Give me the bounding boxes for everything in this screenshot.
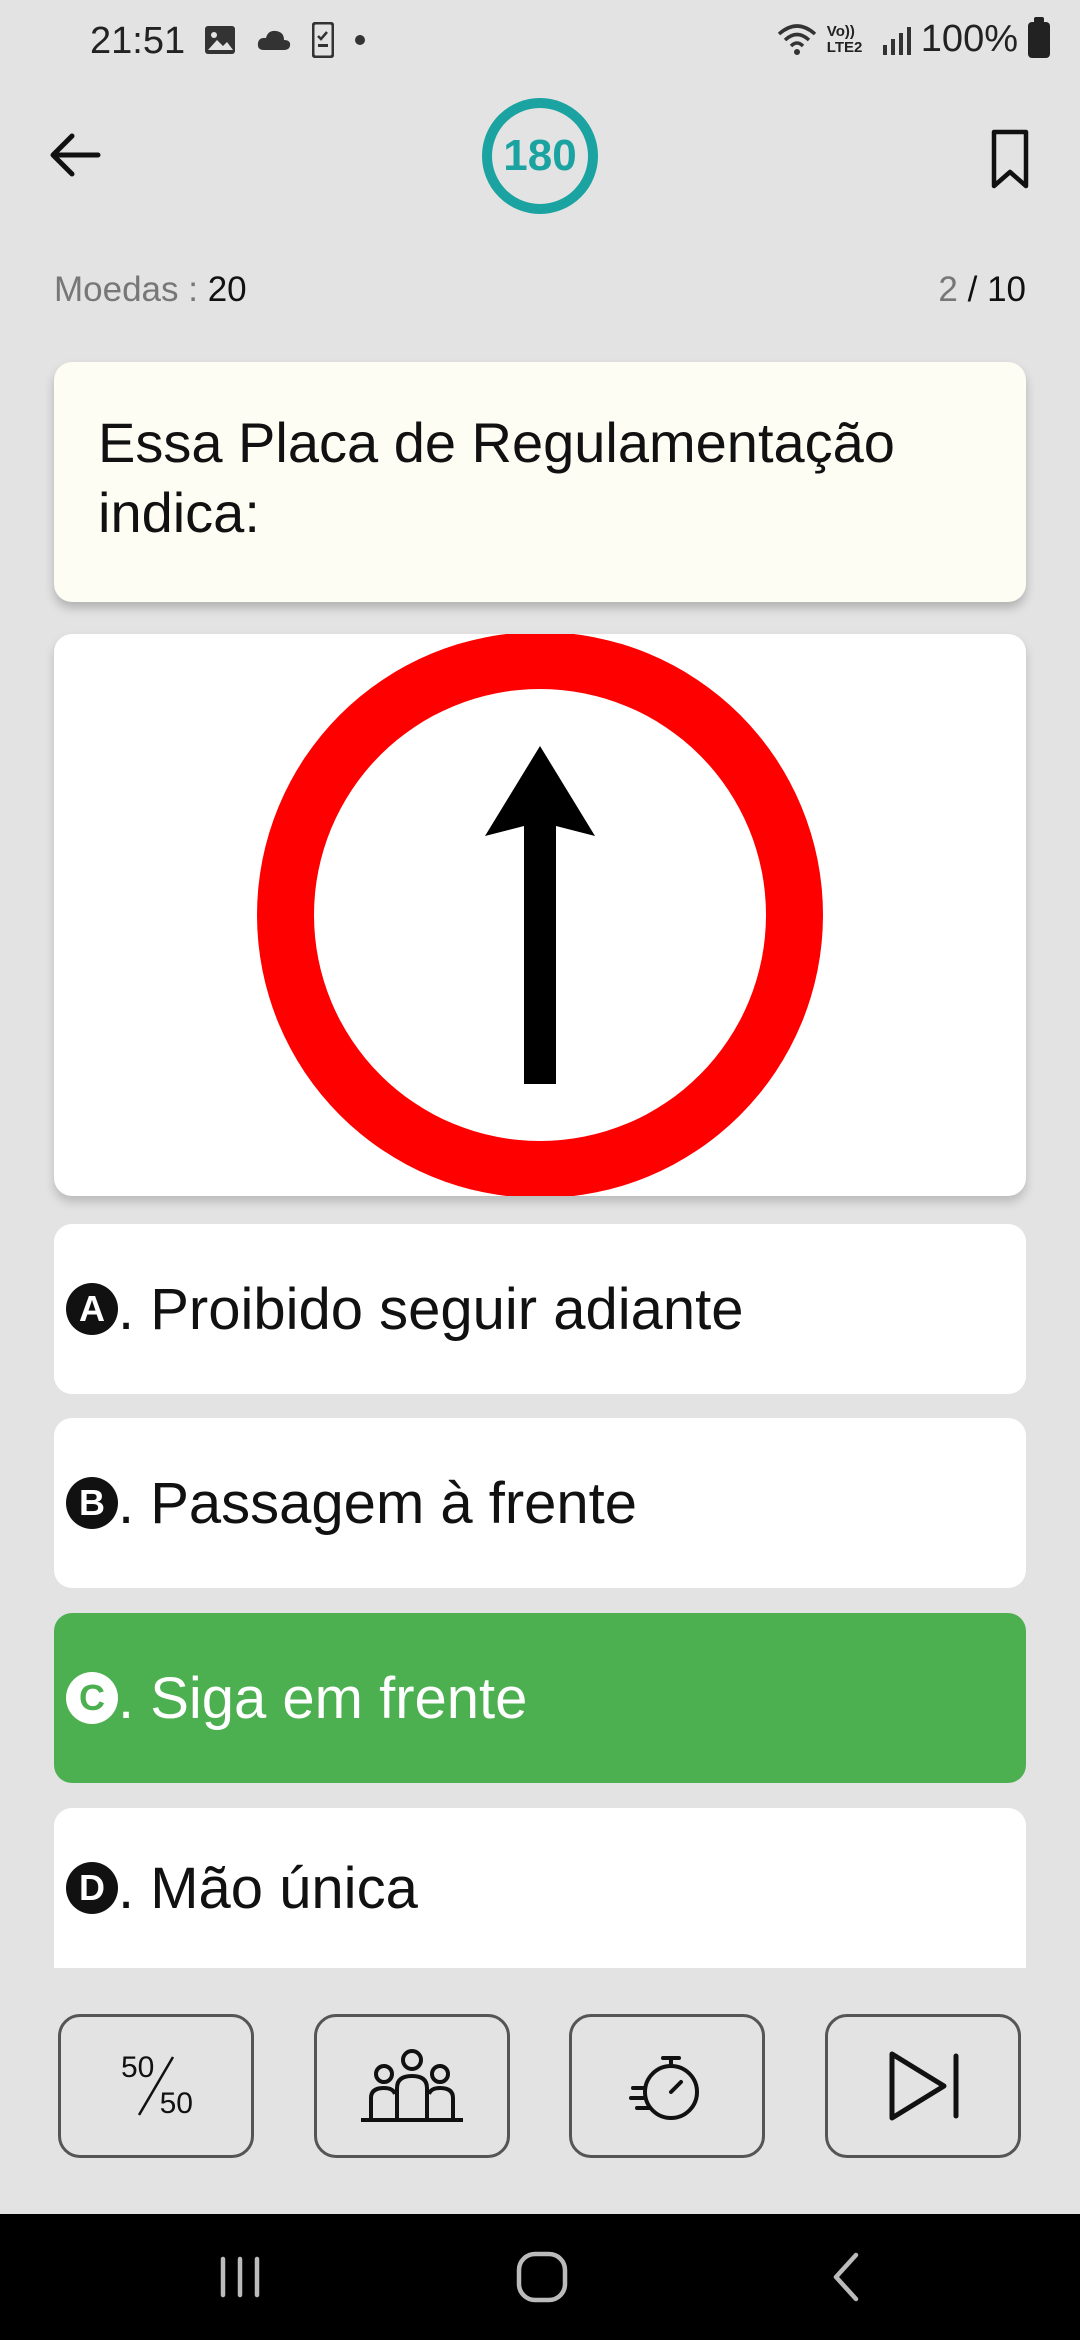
recent-apps-button[interactable] (180, 2214, 300, 2340)
chevron-left-icon (833, 2252, 859, 2302)
cloud-icon (257, 30, 291, 50)
skip-icon (889, 2051, 959, 2121)
coins-label: Moedas : (54, 270, 208, 309)
option-text: . Mão única (118, 1855, 418, 1921)
coins-counter: Moedas : 20 (54, 270, 247, 310)
recent-apps-icon (220, 2256, 260, 2298)
timer-icon (629, 2056, 699, 2120)
timer-value: 180 (503, 131, 577, 180)
system-navigation-bar (0, 2214, 1080, 2340)
audience-icon (361, 2049, 463, 2122)
progress-separator: / (957, 270, 988, 309)
skip-question-button[interactable] (825, 2014, 1021, 2158)
bookmark-icon (991, 129, 1029, 189)
gallery-icon (205, 26, 235, 54)
lte-label: Vo)) LTE2 (826, 22, 863, 56)
home-icon (516, 2251, 568, 2303)
signal-icon (882, 26, 911, 55)
question-image-card (54, 634, 1026, 1196)
lifelines-bar: 50 50 (0, 2014, 1080, 2158)
home-button[interactable] (482, 2214, 602, 2340)
system-back-button[interactable] (786, 2214, 906, 2340)
question-progress: 2 / 10 (938, 270, 1026, 310)
fifty-fifty-button[interactable]: 50 50 (58, 2014, 254, 2158)
battery-percent: 100% (920, 18, 1018, 60)
battery-icon (1028, 16, 1050, 58)
fifty-bottom-label: 50 (159, 2087, 193, 2120)
answer-option-d[interactable]: D . Mão única (54, 1808, 1026, 1968)
audience-button[interactable] (314, 2014, 510, 2158)
coins-value: 20 (207, 270, 247, 309)
answer-option-c[interactable]: C . Siga em frente (54, 1613, 1026, 1783)
phone-check-icon (312, 22, 334, 58)
question-text: Essa Placa de Regulamentação indica: (98, 411, 895, 544)
status-right: Vo)) LTE2 100% (777, 16, 1050, 61)
current-question: 2 (938, 270, 958, 309)
extra-time-button[interactable] (569, 2014, 765, 2158)
fifty-fifty-icon: 50 50 (121, 2051, 193, 2121)
answer-option-b[interactable]: B . Passagem à frente (54, 1418, 1026, 1588)
bookmark-button[interactable] (980, 124, 1040, 194)
option-text: . Proibido seguir adiante (118, 1276, 744, 1342)
dot-icon (355, 35, 365, 45)
status-time: 21:51 (90, 20, 186, 62)
option-text: . Siga em frente (118, 1665, 528, 1731)
notification-icons (204, 22, 366, 58)
status-bar: 21:51 Vo)) LTE2 100% (0, 0, 1080, 84)
answer-option-a[interactable]: A . Proibido seguir adiante (54, 1224, 1026, 1394)
option-letter-badge: D (66, 1862, 118, 1914)
option-letter-badge: B (66, 1477, 118, 1529)
straight-ahead-sign-icon (257, 634, 823, 1196)
back-button[interactable] (40, 120, 110, 190)
question-timer: 180 (482, 98, 598, 214)
total-questions: 10 (987, 270, 1026, 309)
option-text: . Passagem à frente (118, 1470, 638, 1536)
arrow-left-icon (50, 133, 101, 177)
option-letter-badge: C (66, 1672, 118, 1724)
question-card: Essa Placa de Regulamentação indica: (54, 362, 1026, 602)
option-letter-badge: A (66, 1283, 118, 1335)
wifi-icon (777, 23, 816, 55)
